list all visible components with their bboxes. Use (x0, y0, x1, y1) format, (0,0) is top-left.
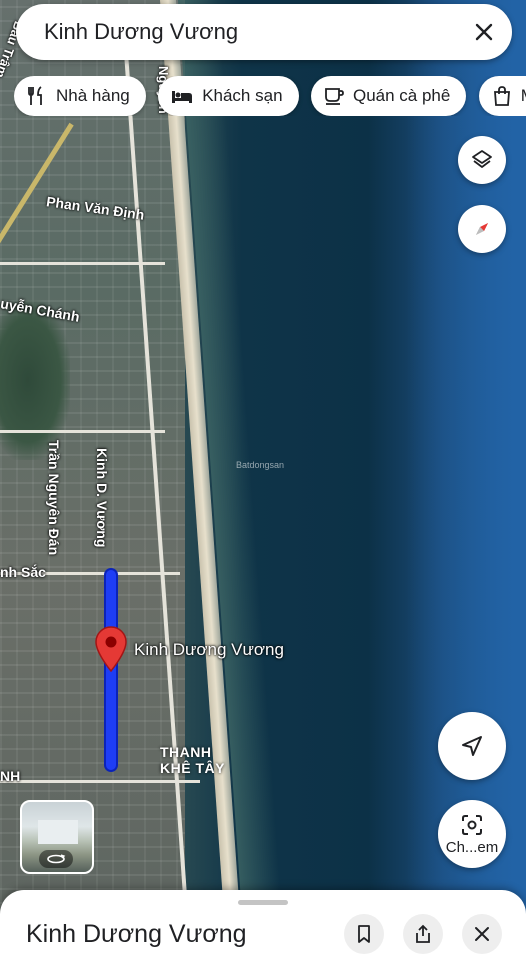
compass-button[interactable] (458, 205, 506, 253)
street-label-nh: NH (0, 768, 21, 784)
district-line-2: KHÊ TÂY (160, 760, 225, 776)
building-image (38, 820, 78, 844)
my-location-button[interactable] (438, 712, 506, 780)
cross-road-4 (0, 780, 200, 783)
close-icon (475, 927, 489, 941)
visual-search-label: Ch...em (445, 838, 499, 856)
layers-icon (472, 150, 492, 168)
bookmark-icon (358, 925, 370, 943)
street-label-tran-nguyen-dan: Trần Nguyên Đán (46, 440, 62, 556)
chip-hotel-label: Khách sạn (202, 86, 283, 105)
location-pin-icon[interactable] (95, 626, 127, 672)
watermark: Batdongsan (236, 460, 285, 470)
chip-shopping[interactable]: M (478, 76, 526, 116)
restaurant-icon (28, 86, 42, 105)
clear-search-button[interactable] (456, 4, 512, 60)
district-line-1: THANH (160, 744, 212, 760)
chip-shopping-label: M (521, 86, 526, 106)
chip-restaurant[interactable]: Nhà hàng (14, 76, 146, 116)
rotate-360-icon (39, 850, 73, 868)
hotel-icon (172, 91, 193, 103)
visual-search-button[interactable]: Ch...em (438, 800, 506, 868)
chip-restaurant-label: Nhà hàng (56, 86, 130, 105)
street-view-thumbnail[interactable] (20, 800, 94, 874)
cross-road-2 (0, 262, 165, 265)
search-bar[interactable]: Kinh Dương Vương (16, 4, 512, 60)
drag-handle[interactable] (238, 900, 288, 905)
camera-scan-icon (462, 814, 482, 835)
share-button[interactable] (403, 914, 443, 954)
chip-hotel[interactable]: Khách sạn (158, 76, 299, 116)
coffee-icon (325, 88, 344, 105)
category-chips: Nhà hàng Khách sạn Quán cà phê M (14, 76, 526, 116)
place-bottom-sheet[interactable]: Kinh Dương Vương (0, 890, 526, 960)
shopping-bag-icon (493, 86, 510, 106)
district-label: THANH KHÊ TÂY (160, 744, 225, 776)
street-label-kinh-d-vuong: Kinh D. Vương (94, 448, 110, 548)
compass-icon (476, 223, 488, 235)
share-icon (416, 924, 430, 943)
save-button[interactable] (344, 914, 384, 954)
green-area (0, 300, 70, 460)
chip-coffee[interactable]: Quán cà phê (310, 76, 467, 116)
close-icon (475, 23, 493, 41)
street-label-anh-sac: nh Sắc (0, 564, 46, 580)
navigation-arrow-icon (462, 736, 482, 756)
place-title: Kinh Dương Vương (26, 920, 247, 948)
cross-road-3 (0, 430, 165, 433)
search-query[interactable]: Kinh Dương Vương (44, 19, 456, 45)
layers-button[interactable] (458, 136, 506, 184)
pin-label: Kinh Dương Vương (134, 640, 284, 659)
close-sheet-button[interactable] (462, 914, 502, 954)
chip-coffee-label: Quán cà phê (352, 86, 451, 105)
